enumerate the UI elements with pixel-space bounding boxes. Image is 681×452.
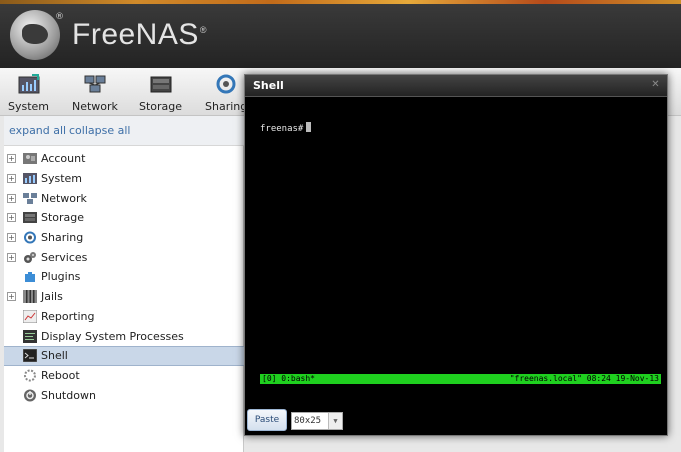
account-icon bbox=[23, 153, 37, 165]
reporting-icon bbox=[23, 309, 37, 323]
brand-name: FreeNAS® bbox=[72, 18, 208, 51]
tree-item-system[interactable]: + System bbox=[4, 169, 244, 189]
tree-item-jails[interactable]: + Jails bbox=[4, 287, 244, 307]
terminal-screen[interactable]: freenas# [0] 0:bash* "freenas.local" 08:… bbox=[253, 101, 661, 401]
tree-item-reporting[interactable]: Reporting bbox=[4, 307, 244, 327]
network-icon bbox=[84, 75, 106, 93]
network-icon bbox=[23, 192, 37, 204]
terminal-prompt: freenas# bbox=[260, 122, 312, 134]
sharing-icon bbox=[216, 74, 236, 94]
app-header: ® FreeNAS® bbox=[0, 4, 681, 68]
navigation-tree: + Account + System + Network + Storage +… bbox=[4, 149, 244, 405]
expand-toggle-icon[interactable]: + bbox=[7, 193, 16, 203]
tree-item-account[interactable]: + Account bbox=[4, 149, 244, 169]
toolbar-system-button[interactable]: System bbox=[8, 74, 49, 113]
system-icon bbox=[23, 173, 37, 185]
terminal-cursor bbox=[306, 122, 312, 132]
tree-item-display-system-processes[interactable]: Display System Processes bbox=[4, 326, 244, 346]
tree-item-shutdown[interactable]: Shutdown bbox=[4, 385, 244, 405]
tree-item-sharing[interactable]: + Sharing bbox=[4, 228, 244, 248]
sharing-icon bbox=[24, 231, 36, 244]
chevron-down-icon[interactable]: ▼ bbox=[328, 413, 342, 429]
navigation-tree-panel: expand all collapse all + Account + Syst… bbox=[4, 116, 244, 452]
expand-toggle-icon[interactable]: + bbox=[7, 174, 16, 184]
close-icon[interactable]: ✕ bbox=[650, 80, 661, 91]
collapse-all-link[interactable]: collapse all bbox=[69, 124, 130, 137]
expand-toggle-icon[interactable]: + bbox=[7, 292, 16, 302]
storage-icon bbox=[23, 212, 37, 224]
shell-dialog-titlebar[interactable]: Shell ✕ bbox=[245, 75, 667, 97]
tmux-status-bar: [0] 0:bash* "freenas.local" 08:24 19-Nov… bbox=[260, 374, 661, 384]
system-icon bbox=[18, 74, 40, 94]
expand-toggle-icon[interactable]: + bbox=[7, 233, 16, 243]
tree-item-reboot[interactable]: Reboot bbox=[4, 366, 244, 386]
shell-icon bbox=[23, 349, 37, 363]
paste-button[interactable]: Paste bbox=[247, 409, 287, 431]
toolbar-sharing-button[interactable]: Sharing bbox=[205, 74, 247, 113]
toolbar-network-button[interactable]: Network bbox=[72, 74, 118, 113]
storage-icon bbox=[150, 76, 172, 93]
processes-icon bbox=[23, 329, 37, 343]
shell-dialog-title: Shell bbox=[253, 79, 284, 92]
expand-all-link[interactable]: expand all bbox=[9, 124, 66, 137]
toolbar-storage-button[interactable]: Storage bbox=[139, 74, 182, 113]
tree-item-plugins[interactable]: Plugins bbox=[4, 267, 244, 287]
shell-dialog-footer: Paste 80x25 ▼ bbox=[245, 405, 667, 435]
terminal-size-select[interactable]: 80x25 ▼ bbox=[291, 412, 343, 430]
expand-toggle-icon[interactable]: + bbox=[7, 252, 16, 262]
tmux-window-list: [0] 0:bash* bbox=[262, 374, 315, 383]
tree-item-storage[interactable]: + Storage bbox=[4, 208, 244, 228]
shell-dialog: Shell ✕ freenas# [0] 0:bash* "freenas.lo… bbox=[244, 74, 668, 436]
expand-toggle-icon[interactable]: + bbox=[7, 213, 16, 223]
reboot-icon bbox=[24, 369, 36, 382]
jails-icon bbox=[23, 290, 37, 304]
tree-controls: expand all collapse all bbox=[4, 116, 244, 146]
services-icon bbox=[24, 251, 36, 263]
tree-item-shell[interactable]: Shell bbox=[4, 345, 244, 366]
tree-item-services[interactable]: + Services bbox=[4, 247, 244, 267]
shutdown-icon bbox=[24, 389, 36, 402]
plugins-icon bbox=[25, 272, 35, 283]
freenas-shark-icon: ® bbox=[10, 10, 64, 60]
expand-toggle-icon[interactable]: + bbox=[7, 154, 16, 164]
freenas-logo: ® FreeNAS® bbox=[10, 10, 207, 60]
tmux-host-clock: "freenas.local" 08:24 19-Nov-13 bbox=[509, 374, 659, 383]
tree-item-network[interactable]: + Network bbox=[4, 188, 244, 208]
